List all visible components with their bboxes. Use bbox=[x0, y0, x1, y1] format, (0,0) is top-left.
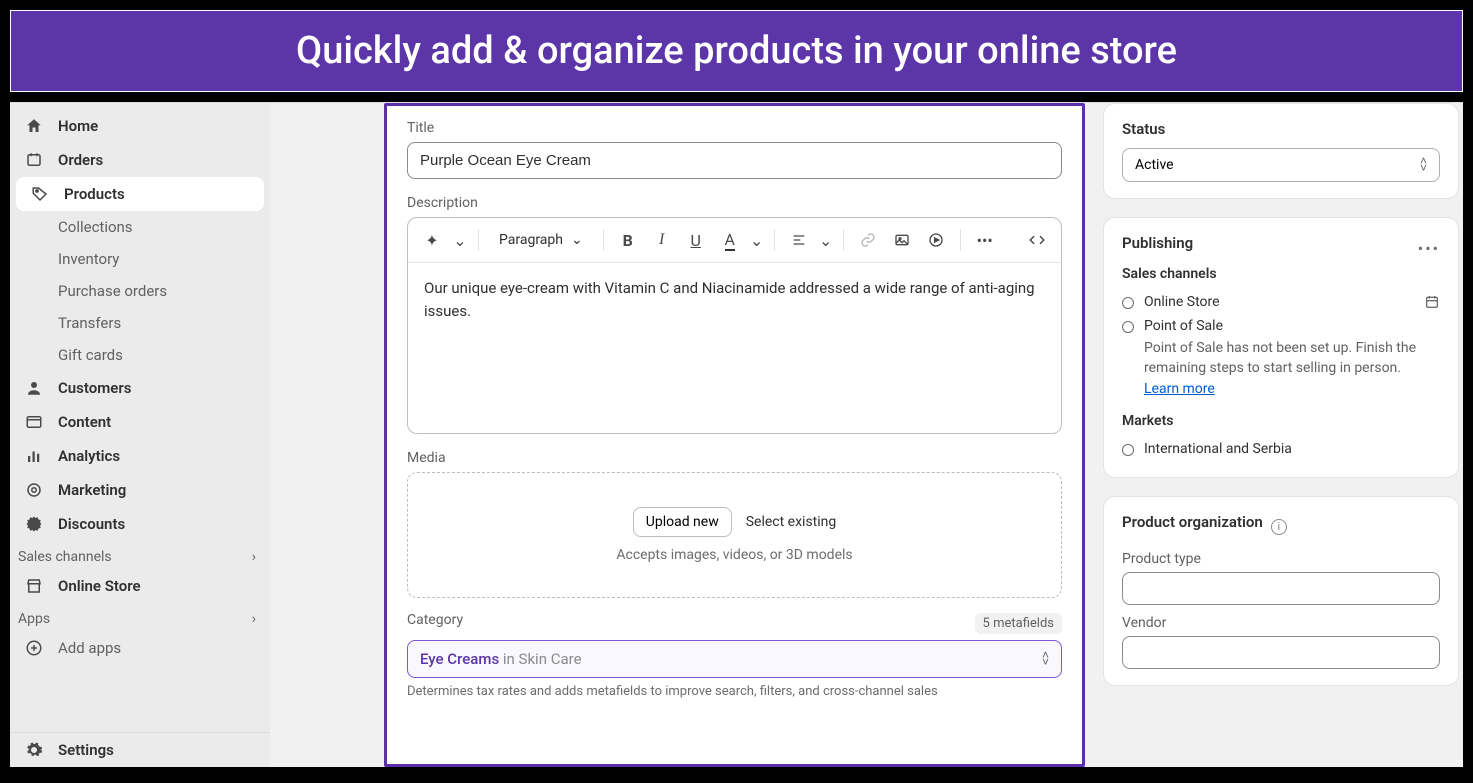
updown-icon: ˄˅ bbox=[1042, 652, 1049, 666]
learn-more-link[interactable]: Learn more bbox=[1144, 381, 1215, 397]
apps-header[interactable]: Apps › bbox=[10, 603, 270, 631]
calendar-icon[interactable] bbox=[1424, 294, 1440, 310]
gear-icon bbox=[24, 740, 44, 760]
product-organization-card: Product organization i Product type Vend… bbox=[1103, 496, 1459, 686]
select-existing-link[interactable]: Select existing bbox=[746, 514, 837, 530]
category-hint: Determines tax rates and adds metafields… bbox=[407, 684, 1062, 699]
title-label: Title bbox=[407, 120, 1062, 136]
publishing-card: Publishing ••• Sales channels Online Sto… bbox=[1103, 217, 1459, 478]
nav-discounts[interactable]: Discounts bbox=[10, 507, 270, 541]
underline-button[interactable]: U bbox=[682, 226, 710, 254]
plus-circle-icon bbox=[24, 638, 44, 658]
markets-label: Markets bbox=[1122, 413, 1440, 429]
discount-icon bbox=[24, 514, 44, 534]
page-banner: Quickly add & organize products in your … bbox=[10, 10, 1463, 92]
sales-channels-label: Sales channels bbox=[1122, 266, 1440, 282]
vendor-label: Vendor bbox=[1122, 615, 1440, 631]
link-button[interactable] bbox=[854, 226, 882, 254]
pos-hint: Point of Sale has not been set up. Finis… bbox=[1122, 338, 1440, 379]
more-button[interactable]: ••• bbox=[971, 226, 999, 254]
channel-online-store: Online Store bbox=[1122, 290, 1440, 314]
code-view-button[interactable] bbox=[1023, 226, 1051, 254]
nav-products-label: Products bbox=[64, 185, 125, 203]
circle-icon bbox=[1122, 297, 1134, 309]
more-menu-button[interactable]: ••• bbox=[1418, 239, 1440, 258]
status-select[interactable]: Active ˄˅ bbox=[1122, 148, 1440, 182]
orders-icon bbox=[24, 150, 44, 170]
status-heading: Status bbox=[1122, 120, 1440, 138]
publishing-heading: Publishing bbox=[1122, 234, 1193, 252]
tag-icon bbox=[30, 184, 50, 204]
target-icon bbox=[24, 480, 44, 500]
circle-icon bbox=[1122, 321, 1134, 333]
bar-chart-icon bbox=[24, 446, 44, 466]
video-button[interactable] bbox=[922, 226, 950, 254]
metafields-badge[interactable]: 5 metafields bbox=[975, 613, 1062, 634]
store-icon bbox=[24, 576, 44, 596]
nav-add-apps[interactable]: Add apps bbox=[10, 631, 270, 665]
chevron-down-icon: ⌄ bbox=[571, 232, 583, 248]
content-icon bbox=[24, 412, 44, 432]
nav-customers[interactable]: Customers bbox=[10, 371, 270, 405]
product-type-label: Product type bbox=[1122, 551, 1440, 567]
nav-inventory[interactable]: Inventory bbox=[10, 243, 270, 275]
chevron-down-icon[interactable]: ⌄ bbox=[819, 226, 833, 254]
bold-button[interactable]: B bbox=[614, 226, 642, 254]
editor-toolbar: ✦ ⌄ Paragraph ⌄ B I U A ⌄ bbox=[408, 218, 1061, 263]
product-org-heading: Product organization bbox=[1122, 513, 1263, 531]
nav-orders[interactable]: Orders bbox=[10, 143, 270, 177]
description-label: Description bbox=[407, 195, 1062, 211]
product-type-input[interactable] bbox=[1122, 572, 1440, 605]
chevron-down-icon[interactable]: ⌄ bbox=[750, 226, 764, 254]
nav-products[interactable]: Products bbox=[16, 177, 264, 211]
ai-magic-button[interactable]: ✦ bbox=[418, 226, 446, 254]
circle-icon bbox=[1122, 444, 1134, 456]
chevron-right-icon: › bbox=[252, 611, 256, 627]
chevron-right-icon: › bbox=[252, 549, 256, 565]
upload-new-button[interactable]: Upload new bbox=[633, 507, 732, 537]
chevron-down-icon[interactable]: ⌄ bbox=[452, 226, 468, 254]
media-hint: Accepts images, videos, or 3D models bbox=[418, 547, 1051, 563]
text-color-button[interactable]: A bbox=[716, 226, 744, 254]
nav-orders-label: Orders bbox=[58, 151, 103, 169]
vendor-input[interactable] bbox=[1122, 636, 1440, 669]
sales-channels-header[interactable]: Sales channels › bbox=[10, 541, 270, 569]
category-label: Category bbox=[407, 612, 463, 628]
info-icon[interactable]: i bbox=[1271, 519, 1287, 535]
nav-transfers[interactable]: Transfers bbox=[10, 307, 270, 339]
updown-icon: ˄˅ bbox=[1420, 158, 1427, 172]
nav-collections[interactable]: Collections bbox=[10, 211, 270, 243]
nav-home[interactable]: Home bbox=[10, 109, 270, 143]
sidebar: Home Orders Products Collections Invento… bbox=[10, 103, 270, 767]
image-button[interactable] bbox=[888, 226, 916, 254]
person-icon bbox=[24, 378, 44, 398]
description-editor: ✦ ⌄ Paragraph ⌄ B I U A ⌄ bbox=[407, 217, 1062, 434]
nav-gift-cards[interactable]: Gift cards bbox=[10, 339, 270, 371]
align-button[interactable] bbox=[785, 226, 813, 254]
home-icon bbox=[24, 116, 44, 136]
nav-online-store[interactable]: Online Store bbox=[10, 569, 270, 603]
status-card: Status Active ˄˅ bbox=[1103, 103, 1459, 199]
category-select[interactable]: Eye Creams in Skin Care ˄˅ bbox=[407, 640, 1062, 678]
market-row: International and Serbia bbox=[1122, 437, 1440, 461]
media-dropzone[interactable]: Upload new Select existing Accepts image… bbox=[407, 472, 1062, 598]
nav-content[interactable]: Content bbox=[10, 405, 270, 439]
media-label: Media bbox=[407, 450, 1062, 466]
nav-purchase-orders[interactable]: Purchase orders bbox=[10, 275, 270, 307]
channel-pos: Point of Sale bbox=[1122, 314, 1440, 338]
product-form-card: Title Description ✦ ⌄ Paragraph ⌄ B bbox=[384, 103, 1085, 767]
nav-settings[interactable]: Settings bbox=[10, 733, 270, 767]
nav-analytics[interactable]: Analytics bbox=[10, 439, 270, 473]
italic-button[interactable]: I bbox=[648, 226, 676, 254]
paragraph-style-select[interactable]: Paragraph ⌄ bbox=[489, 228, 593, 252]
nav-home-label: Home bbox=[58, 117, 98, 135]
description-textarea[interactable]: Our unique eye-cream with Vitamin C and … bbox=[408, 263, 1061, 433]
right-column: Status Active ˄˅ Publishing ••• Sales ch… bbox=[1103, 103, 1459, 767]
title-input[interactable] bbox=[407, 142, 1062, 179]
nav-marketing[interactable]: Marketing bbox=[10, 473, 270, 507]
